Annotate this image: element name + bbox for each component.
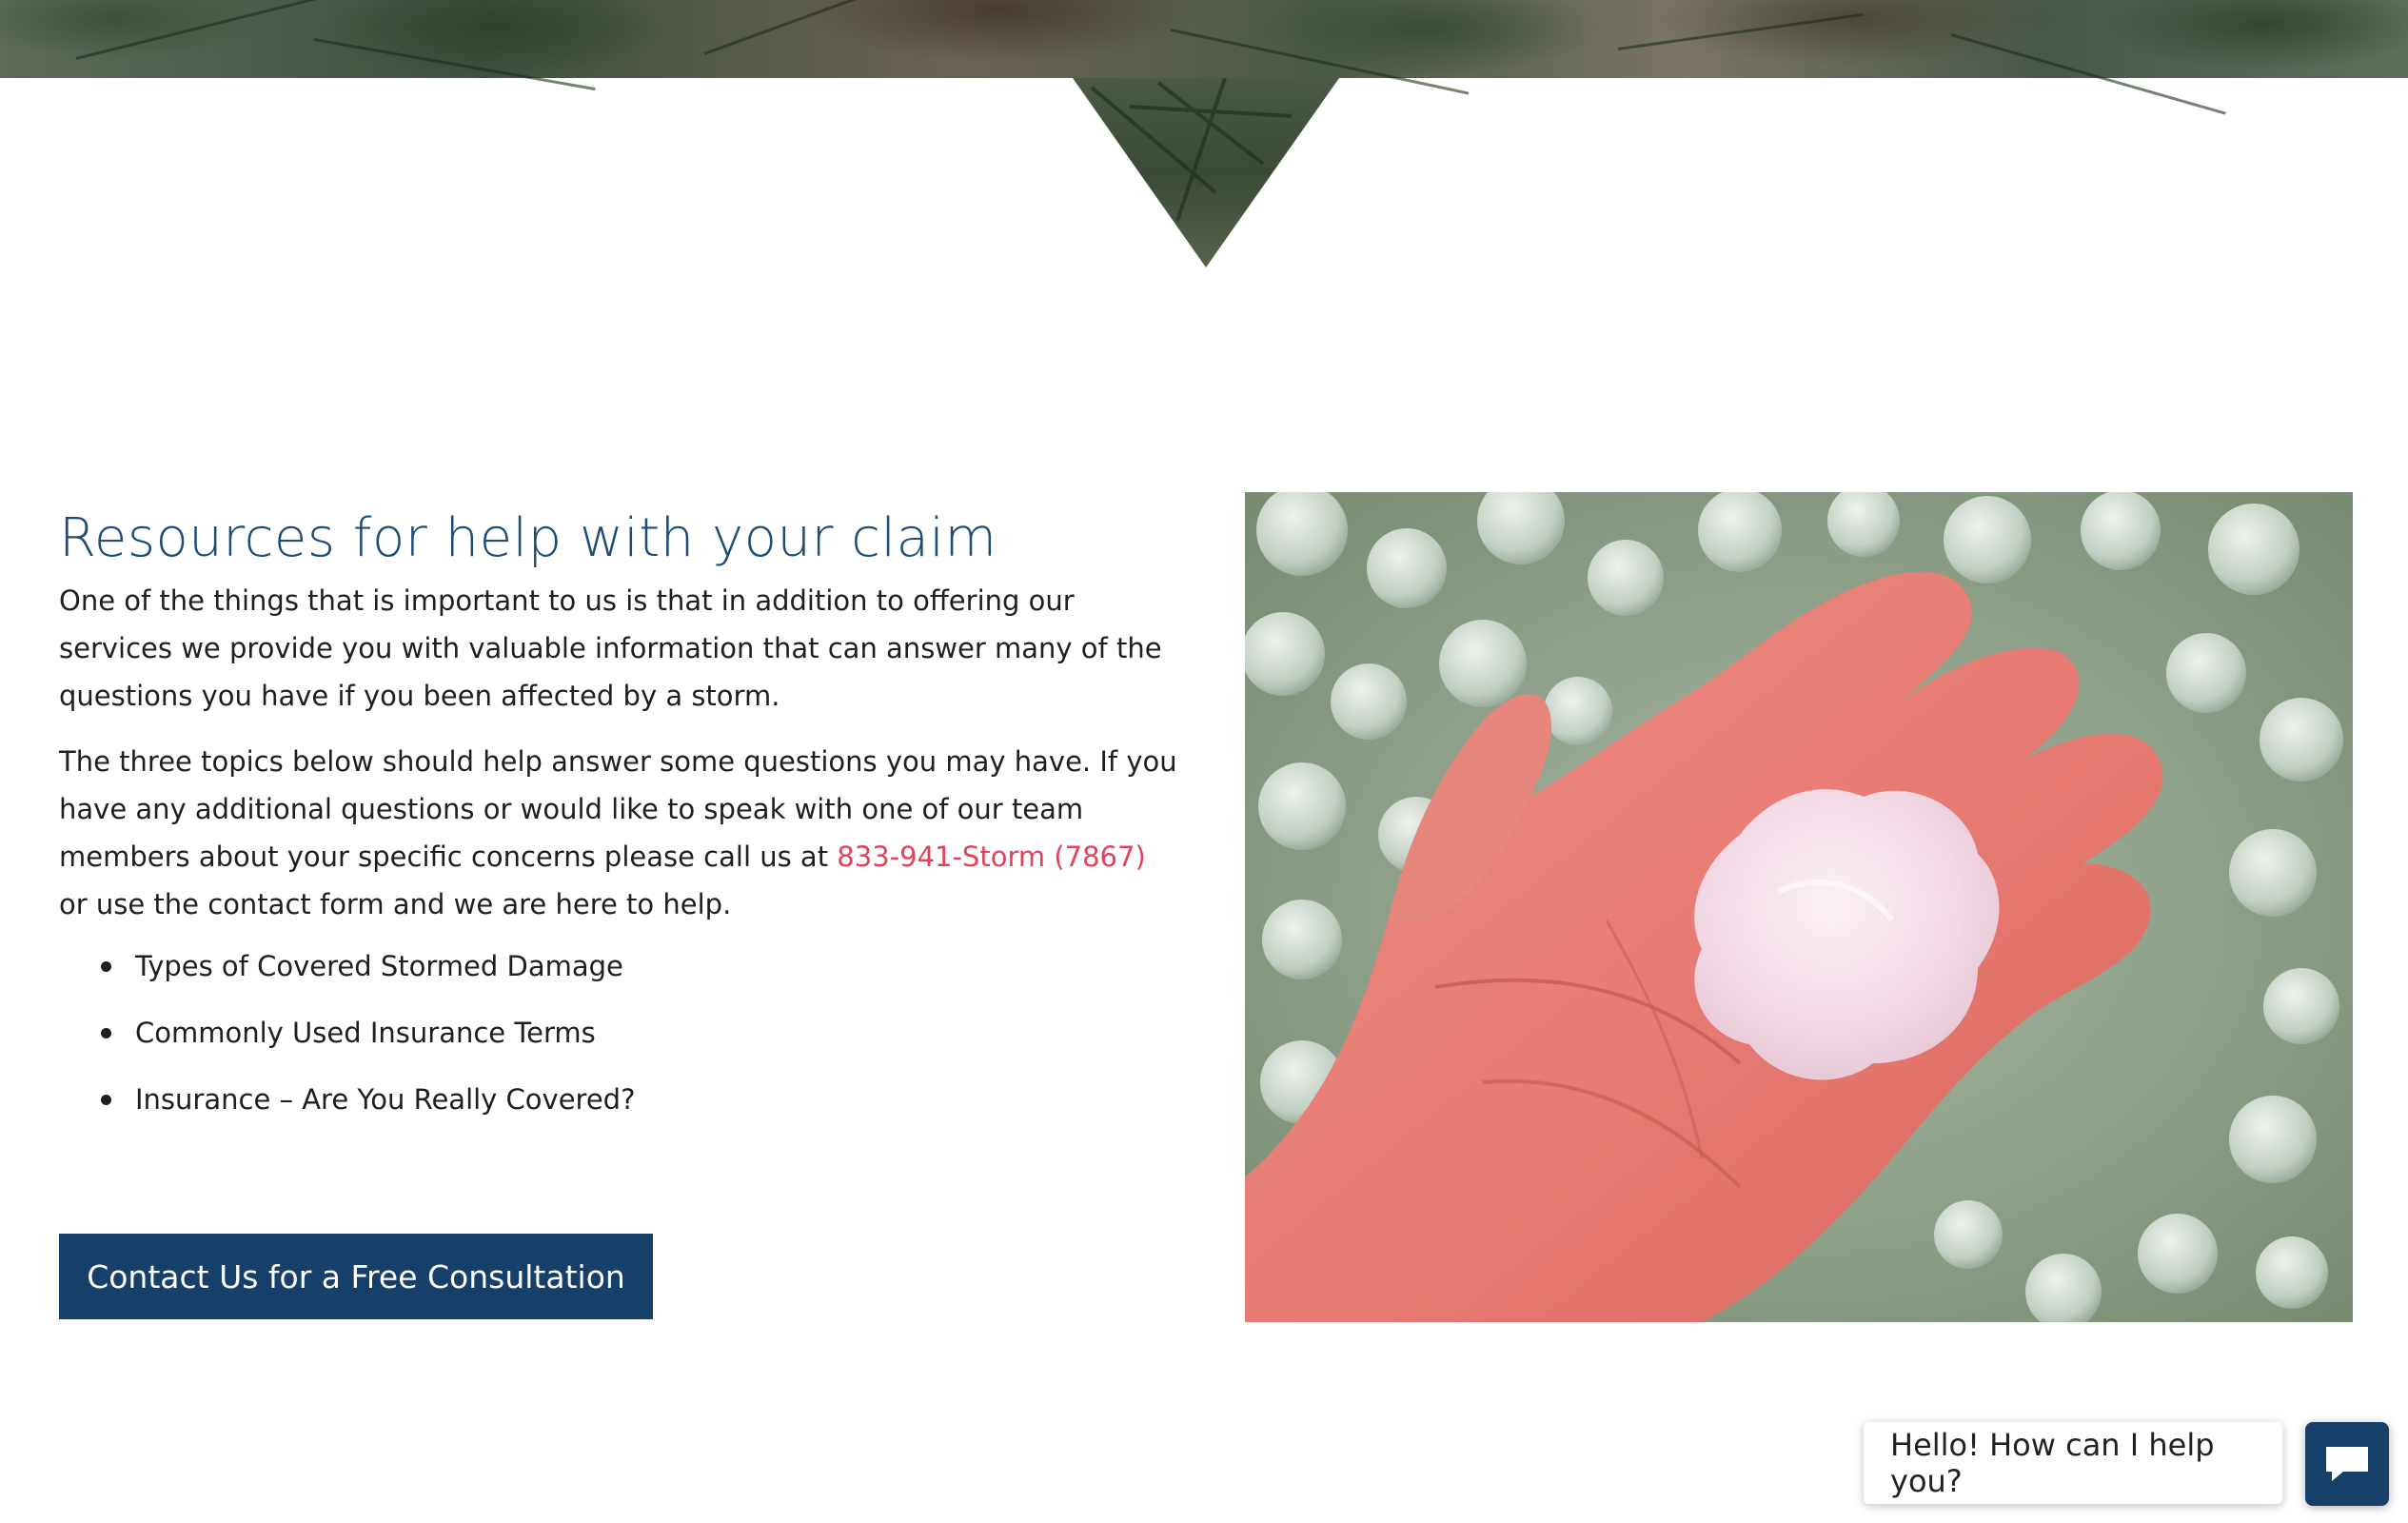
- chat-icon: [2326, 1447, 2368, 1481]
- topic-label: Types of Covered Stormed Damage: [135, 950, 623, 982]
- chat-launcher-button[interactable]: [2305, 1422, 2389, 1506]
- hero-triangle-pointer: [1073, 78, 1339, 267]
- contact-paragraph: The three topics below should help answe…: [59, 738, 1182, 928]
- list-item[interactable]: Types of Covered Stormed Damage: [101, 947, 1182, 985]
- topic-label: Insurance – Are You Really Covered?: [135, 1083, 636, 1116]
- bullet-icon: [101, 1028, 111, 1038]
- list-item[interactable]: Insurance – Are You Really Covered?: [101, 1080, 1182, 1118]
- phone-link[interactable]: 833-941-Storm (7867): [837, 841, 1145, 873]
- chat-greeting-bubble[interactable]: Hello! How can I help you?: [1864, 1422, 2282, 1504]
- topic-label: Commonly Used Insurance Terms: [135, 1017, 596, 1049]
- resources-content: Resources for help with your claim One o…: [59, 504, 1182, 1147]
- hero-image-strip: [0, 0, 2408, 115]
- section-title: Resources for help with your claim: [59, 507, 997, 569]
- bullet-icon: [101, 961, 111, 972]
- topic-list: Types of Covered Stormed Damage Commonly…: [59, 947, 1182, 1118]
- contact-consultation-button[interactable]: Contact Us for a Free Consultation: [59, 1234, 653, 1319]
- bullet-icon: [101, 1095, 111, 1105]
- hailstone-photo: [1245, 492, 2353, 1322]
- list-item[interactable]: Commonly Used Insurance Terms: [101, 1014, 1182, 1052]
- intro-paragraph: One of the things that is important to u…: [59, 584, 1162, 712]
